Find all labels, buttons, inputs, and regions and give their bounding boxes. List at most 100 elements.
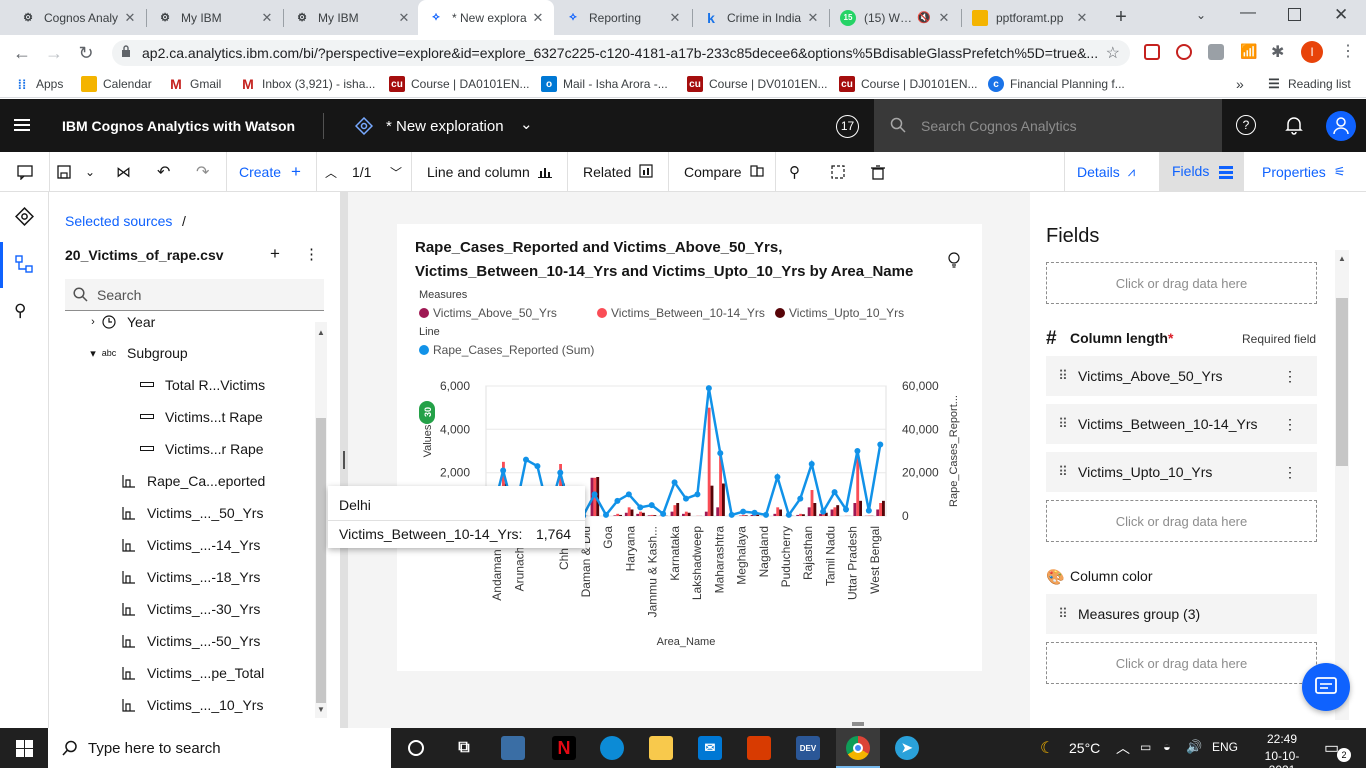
scrollbar-thumb[interactable]	[1336, 298, 1348, 466]
tree-item-member[interactable]: Victims...r Rape	[137, 433, 264, 465]
scrollbar-thumb[interactable]	[316, 418, 326, 703]
share-icon[interactable]: ⋈	[116, 152, 131, 192]
browser-tab[interactable]: k Crime in India ✕	[693, 0, 829, 35]
drop-zone[interactable]: Click or drag data here	[1046, 262, 1317, 304]
drag-handle-icon[interactable]: ⠿	[1046, 416, 1078, 432]
scroll-down-icon[interactable]: ▼	[317, 705, 325, 714]
drag-handle-icon[interactable]: ⠿	[1046, 606, 1078, 622]
tree-item-measure[interactable]: Victims_..._50_Yrs	[119, 497, 263, 529]
hamburger-menu-icon[interactable]	[14, 117, 30, 133]
browser-tab-active[interactable]: ⟡ * New explora ✕	[418, 0, 554, 35]
chrome-taskbar-button[interactable]	[836, 728, 880, 768]
bookmarks-more[interactable]: »	[1236, 75, 1244, 93]
comment-icon[interactable]	[17, 152, 33, 192]
restore-button[interactable]	[1288, 8, 1301, 21]
browser-tab[interactable]: ⟡ Reporting ✕	[555, 0, 691, 35]
extension-icon[interactable]	[1176, 44, 1192, 60]
tree-item-measure[interactable]: Rape_Ca...eported	[119, 465, 265, 497]
compare-button[interactable]: Compare	[684, 152, 764, 192]
help-icon[interactable]: ?	[1236, 115, 1256, 135]
add-icon[interactable]: +	[270, 244, 280, 264]
temperature[interactable]: 25°C	[1069, 740, 1100, 756]
extension-icon[interactable]	[1208, 44, 1224, 60]
pin-icon[interactable]: ⚲	[14, 301, 26, 321]
close-icon[interactable]: ✕	[396, 10, 412, 26]
caret-right-icon[interactable]: ›	[83, 316, 103, 328]
file-explorer-icon[interactable]	[649, 736, 673, 760]
new-tab-button[interactable]: +	[1110, 6, 1132, 28]
puzzle-icon[interactable]: ✱	[1271, 42, 1284, 62]
chat-assistant-button[interactable]	[1302, 663, 1350, 711]
minimize-button[interactable]: —	[1240, 4, 1256, 22]
properties-tab[interactable]: Properties ⚟	[1262, 152, 1345, 192]
close-icon[interactable]: ✕	[1074, 10, 1090, 26]
bookmark-calendar[interactable]: Calendar	[81, 75, 152, 93]
save-menu-chevron-icon[interactable]: ⌄	[85, 152, 95, 192]
exploration-title[interactable]: * New exploration	[386, 118, 504, 135]
caret-down-icon[interactable]: ▾	[83, 347, 103, 360]
search-box[interactable]: Search Cognos Analytics	[874, 99, 1222, 152]
extension-icon[interactable]	[1144, 44, 1160, 60]
overflow-menu-icon[interactable]: ⋮	[1283, 368, 1297, 385]
dev-icon[interactable]: DEV	[796, 736, 820, 760]
user-avatar[interactable]	[1326, 111, 1356, 141]
panel-resize-handle[interactable]	[340, 192, 348, 728]
bookmark-inbox[interactable]: M Inbox (3,921) - isha...	[240, 75, 375, 93]
fields-tab[interactable]: Fields	[1159, 152, 1244, 192]
drag-handle-icon[interactable]: ⠿	[1046, 464, 1078, 480]
close-icon[interactable]: ✕	[936, 10, 952, 26]
field-item[interactable]: ⠿ Measures group (3)	[1046, 594, 1317, 634]
analytics-extension-icon[interactable]: 📶	[1240, 43, 1257, 60]
tab-search-icon[interactable]: ⌄	[1196, 8, 1206, 22]
browser-tab[interactable]: ⚙ My IBM ✕	[147, 0, 283, 35]
tray-chevron-icon[interactable]: ︿	[1116, 738, 1130, 758]
close-window-button[interactable]: ✕	[1334, 5, 1348, 25]
drop-zone[interactable]: Click or drag data here	[1046, 642, 1317, 684]
tree-item-measure[interactable]: Victims_...-30_Yrs	[119, 593, 260, 625]
field-item[interactable]: ⠿ Victims_Between_10-14_Yrs ⋮	[1046, 404, 1317, 444]
store-icon[interactable]	[501, 736, 525, 760]
notifications-bell-icon[interactable]	[1284, 115, 1304, 138]
delete-icon[interactable]	[871, 152, 885, 192]
task-view-icon[interactable]: ⧉	[452, 736, 476, 760]
source-search-input[interactable]: Search	[65, 279, 324, 311]
bookmark-star-icon[interactable]: ☆	[1106, 43, 1120, 63]
profile-avatar[interactable]: I	[1301, 41, 1323, 63]
office-icon[interactable]	[747, 736, 771, 760]
close-icon[interactable]: ✕	[122, 10, 138, 26]
browser-tab[interactable]: ⚙ Cognos Analy ✕	[10, 0, 146, 35]
field-item[interactable]: ⠿ Victims_Upto_10_Yrs ⋮	[1046, 452, 1317, 492]
bookmark-apps[interactable]: ⁞⁞ Apps	[14, 75, 63, 93]
battery-icon[interactable]: ▭	[1140, 740, 1151, 754]
overflow-menu-icon[interactable]: ⋮	[304, 245, 319, 263]
drag-handle-icon[interactable]: ⠿	[1046, 368, 1078, 384]
close-icon[interactable]: ✕	[530, 10, 546, 26]
tree-item-measure[interactable]: Victims_...-50_Yrs	[119, 625, 260, 657]
clock[interactable]: 22:49 10-10-2021	[1252, 732, 1312, 777]
overflow-menu-icon[interactable]: ⋮	[1283, 464, 1297, 481]
details-tab[interactable]: Details ⩘	[1077, 152, 1135, 192]
close-icon[interactable]: ✕	[805, 10, 821, 26]
bookmark-course[interactable]: cu Course | DV0101EN...	[687, 75, 828, 93]
visualization-type-button[interactable]: Line and column	[427, 152, 552, 192]
visualization-card[interactable]: Rape_Cases_Reported and Victims_Above_50…	[397, 224, 982, 671]
save-icon[interactable]	[57, 152, 71, 192]
breadcrumb-link[interactable]: Selected sources	[65, 213, 172, 229]
back-button[interactable]: ←	[11, 42, 33, 64]
browser-tab[interactable]: ⚙ My IBM ✕	[284, 0, 420, 35]
taskbar-search-box[interactable]: Type here to search	[48, 728, 391, 768]
data-tree-icon[interactable]	[15, 255, 33, 276]
bookmark-course[interactable]: cu Course | DA0101EN...	[389, 75, 530, 93]
telegram-icon[interactable]: ➤	[895, 736, 919, 760]
forward-button[interactable]: →	[43, 42, 65, 64]
drop-zone[interactable]: Click or drag data here	[1046, 500, 1317, 542]
windows-start-icon[interactable]	[16, 740, 33, 760]
tree-item-measure[interactable]: Victims_...-14_Yrs	[119, 529, 260, 561]
create-button[interactable]: Create +	[239, 152, 301, 192]
fields-scrollbar[interactable]: ▲	[1335, 250, 1349, 720]
chevron-down-icon[interactable]: ﹀	[390, 152, 402, 192]
browser-tab[interactable]: pptforamt.pp ✕	[962, 0, 1098, 35]
tree-item-member[interactable]: Total R...Victims	[137, 369, 265, 401]
notification-count-badge[interactable]: 17	[836, 115, 859, 138]
edge-icon[interactable]	[600, 736, 624, 760]
